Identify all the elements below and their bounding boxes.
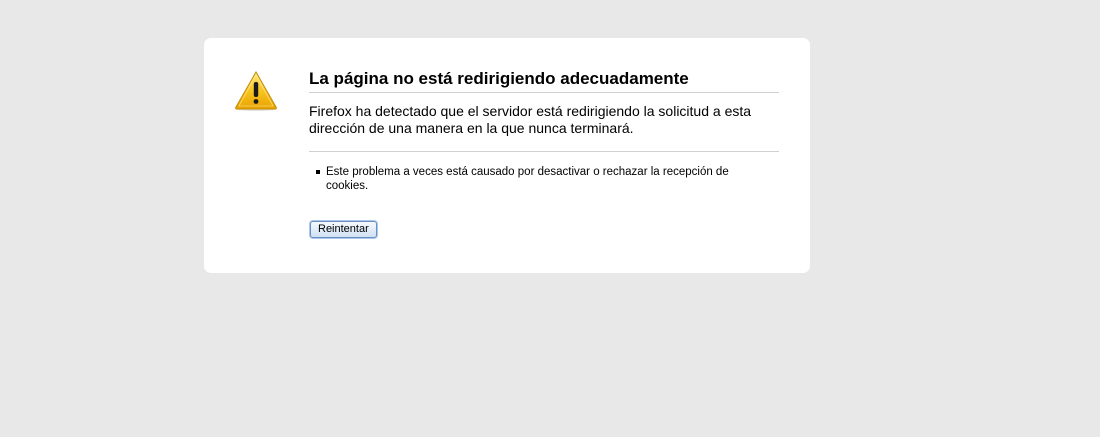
- error-hint-text: Este problema a veces está causado por d…: [326, 166, 729, 192]
- list-item: Este problema a veces está causado por d…: [316, 165, 756, 193]
- bullet-icon: [316, 170, 320, 174]
- error-page: La página no está redirigiendo adecuadam…: [0, 0, 1100, 437]
- error-container: La página no está redirigiendo adecuadam…: [204, 38, 810, 273]
- error-long-description: Este problema a veces está causado por d…: [309, 165, 779, 193]
- retry-button[interactable]: Reintentar: [310, 221, 377, 238]
- error-short-description: Firefox ha detectado que el servidor est…: [309, 103, 779, 152]
- error-title: La página no está redirigiendo adecuadam…: [309, 68, 779, 93]
- error-hint-list: Este problema a veces está causado por d…: [316, 165, 779, 193]
- error-content: La página no está redirigiendo adecuadam…: [309, 68, 779, 238]
- warning-icon: [234, 70, 278, 112]
